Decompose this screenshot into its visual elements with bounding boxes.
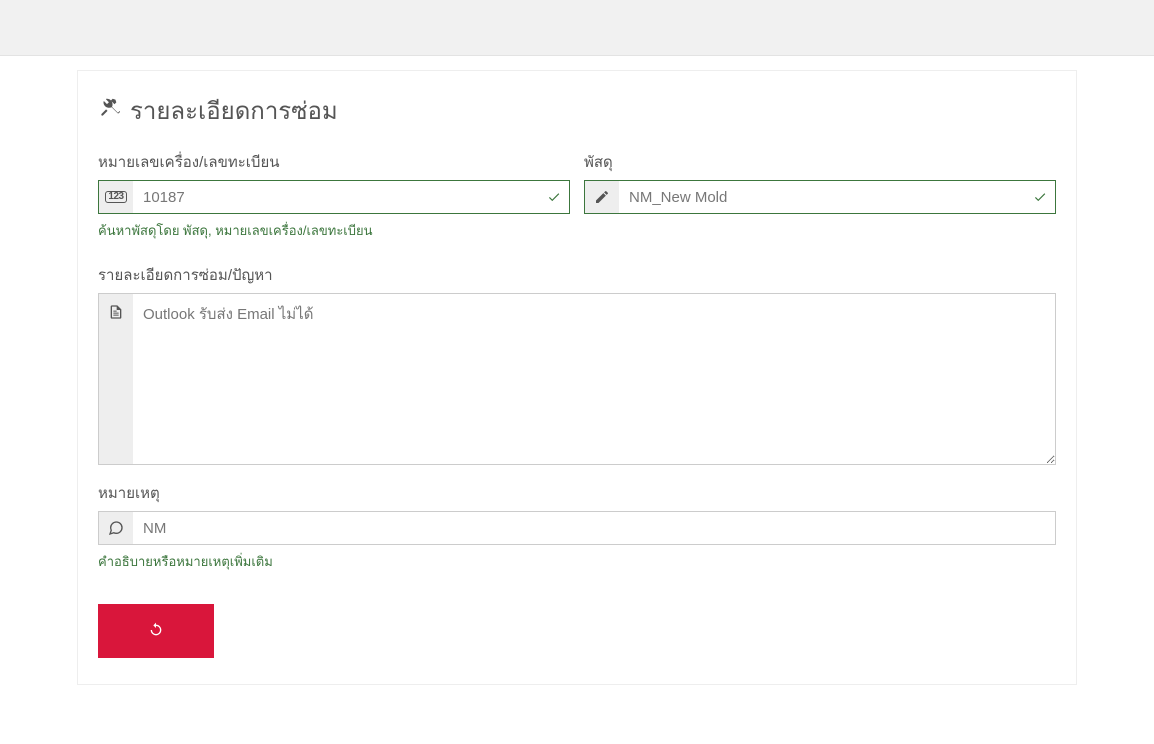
spinner-icon <box>148 622 164 641</box>
machine-input[interactable] <box>133 181 539 213</box>
note-help: คำอธิบายหรือหมายเหตุเพิ่มเติม <box>98 551 1056 572</box>
topbar <box>0 0 1154 56</box>
submit-button[interactable] <box>98 604 214 658</box>
panel-title: รายละเอียดการซ่อม <box>98 91 1056 130</box>
material-input[interactable] <box>619 181 1025 213</box>
machine-input-group: 123 <box>98 180 570 214</box>
material-label: พัสดุ <box>584 150 1056 174</box>
note-input-group <box>98 511 1056 545</box>
field-note: หมายเหตุ คำอธิบายหรือหมายเหตุเพิ่มเติม <box>98 481 1056 572</box>
field-material: พัสดุ <box>584 150 1056 241</box>
note-input[interactable] <box>133 512 1055 544</box>
material-input-group <box>584 180 1056 214</box>
problem-textarea[interactable] <box>133 294 1055 464</box>
pencil-icon <box>585 181 619 213</box>
panel-title-text: รายละเอียดการซ่อม <box>130 91 338 130</box>
wrench-icon <box>98 96 120 125</box>
check-icon <box>1025 181 1055 213</box>
field-problem: รายละเอียดการซ่อม/ปัญหา <box>98 263 1056 465</box>
note-label: หมายเหตุ <box>98 481 1056 505</box>
field-machine: หมายเลขเครื่อง/เลขทะเบียน 123 ค้นหาพัสดุ… <box>98 150 570 241</box>
problem-input-group <box>98 293 1056 465</box>
number-icon: 123 <box>99 181 133 213</box>
page-wrap: รายละเอียดการซ่อม หมายเลขเครื่อง/เลขทะเบ… <box>0 56 1154 685</box>
comment-icon <box>99 512 133 544</box>
document-icon <box>99 294 133 464</box>
check-icon <box>539 181 569 213</box>
repair-detail-panel: รายละเอียดการซ่อม หมายเลขเครื่อง/เลขทะเบ… <box>77 70 1077 685</box>
problem-label: รายละเอียดการซ่อม/ปัญหา <box>98 263 1056 287</box>
machine-label: หมายเลขเครื่อง/เลขทะเบียน <box>98 150 570 174</box>
machine-help: ค้นหาพัสดุโดย พัสดุ, หมายเลขเครื่อง/เลขท… <box>98 220 570 241</box>
row-machine-material: หมายเลขเครื่อง/เลขทะเบียน 123 ค้นหาพัสดุ… <box>98 150 1056 241</box>
